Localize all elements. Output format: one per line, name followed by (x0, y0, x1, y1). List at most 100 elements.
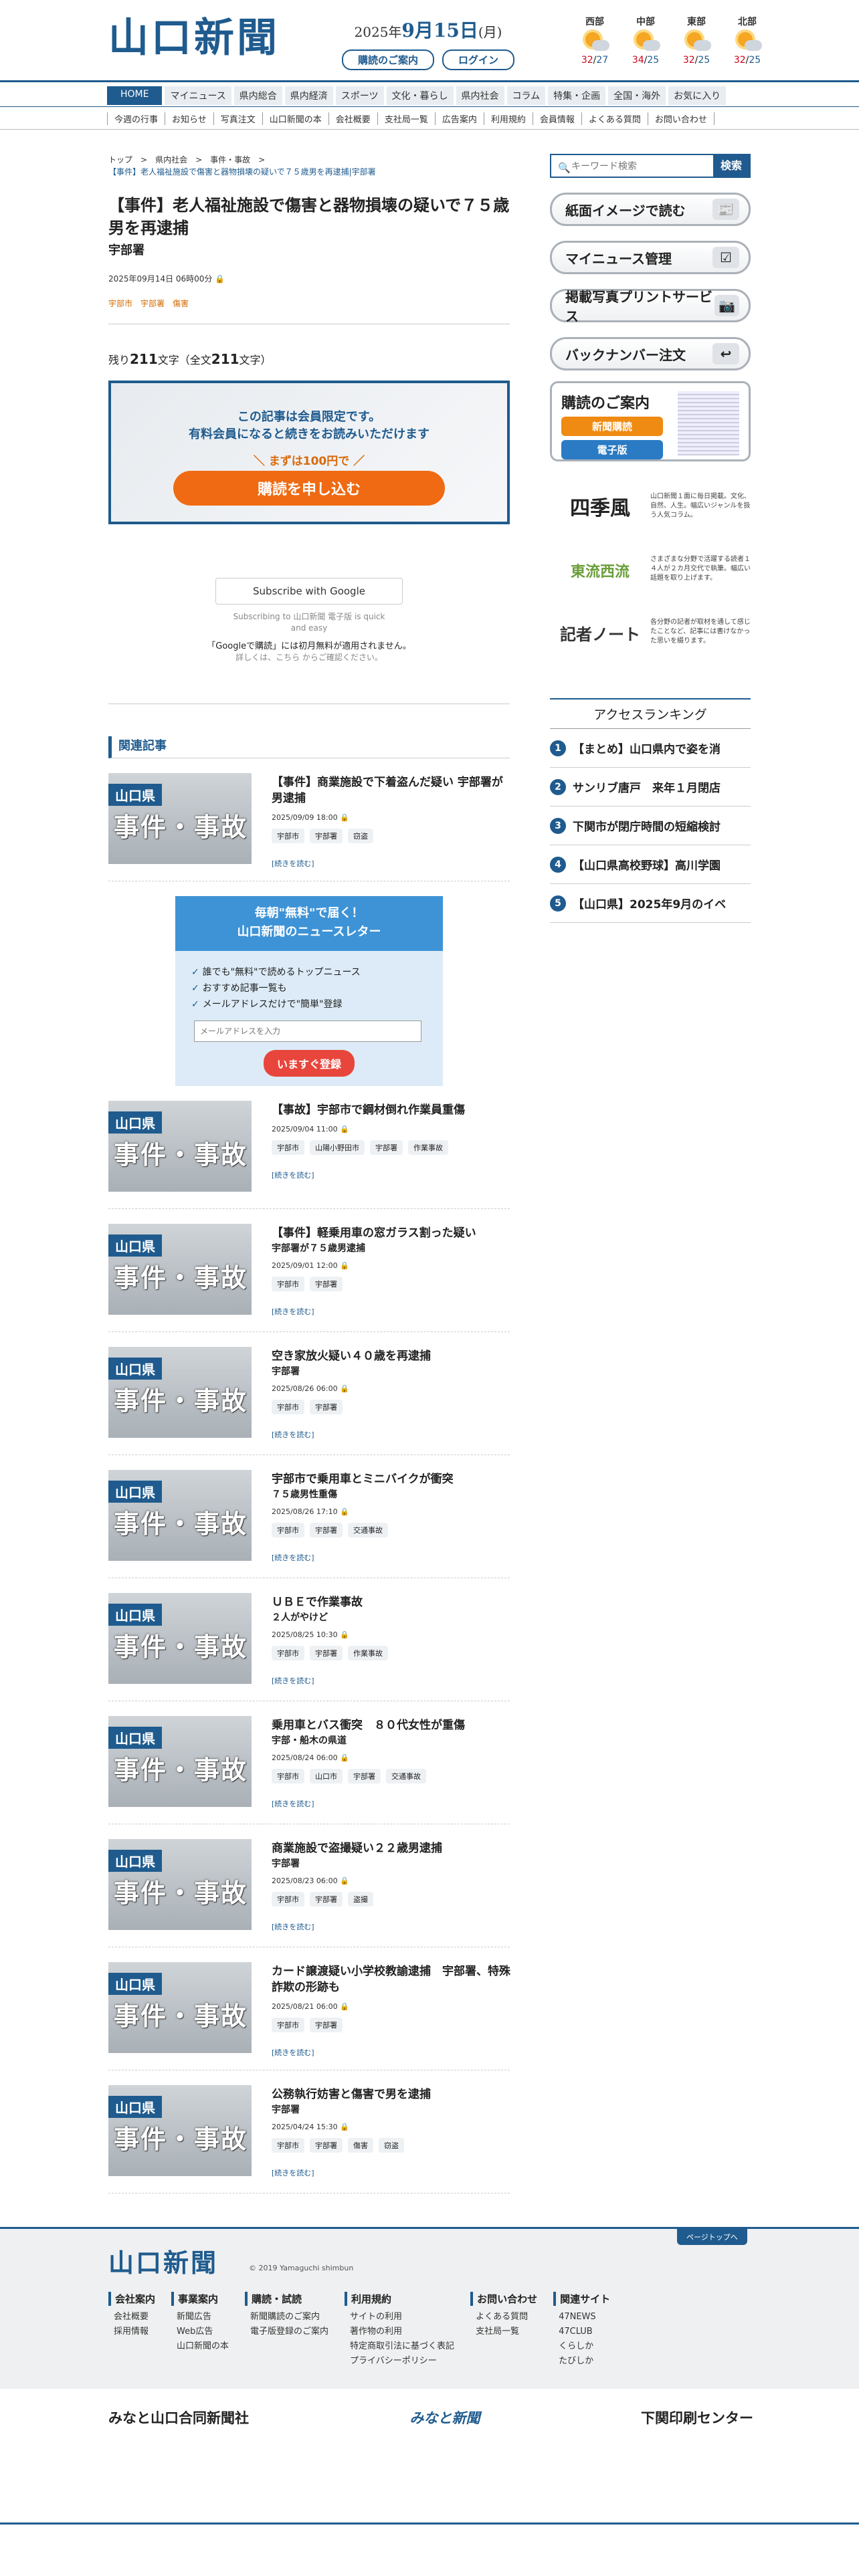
page-top-button[interactable]: ページトップへ (677, 2229, 747, 2245)
ranking-item[interactable]: 4 【山口県高校野球】高川学園 (550, 845, 751, 884)
sister-logo[interactable]: みなと新聞 (410, 2407, 480, 2428)
article-tag[interactable]: 宇部市 (108, 298, 132, 309)
subnav-item[interactable]: 広告案内 (436, 112, 484, 125)
sister-logo[interactable]: みなと山口合同新聞社 (108, 2407, 249, 2428)
subnav-item[interactable]: 会員情報 (533, 112, 582, 125)
related-tag[interactable]: 宇部署 (370, 1140, 403, 1155)
footer-column-heading[interactable]: 購読・試読 (245, 2292, 328, 2306)
footer-logo[interactable]: 山口新聞 (108, 2242, 218, 2279)
read-more-link[interactable]: [続きを読む] (272, 858, 512, 869)
nav-item[interactable]: 県内社会 (456, 86, 504, 105)
related-tag[interactable]: 宇部署 (310, 2138, 343, 2153)
sidebar-button[interactable]: マイニュース管理 ☑ (550, 241, 751, 274)
nav-item[interactable]: 県内経済 (284, 86, 333, 105)
subscription-guide-banner[interactable]: 購読のご案内 新聞購読 電子版 (550, 381, 751, 461)
login-button[interactable]: ログイン (442, 49, 515, 70)
related-thumbnail[interactable]: 山口県 事件・事故 (108, 2085, 252, 2176)
ranking-item[interactable]: 1 【まとめ】山口県内で姿を消 (550, 729, 751, 768)
weather-widget[interactable]: 西部 32/27 中部 34/25 東部 32/25 北部 32/25 (575, 15, 767, 66)
subnav-item[interactable]: よくある質問 (582, 112, 648, 125)
related-thumbnail[interactable]: 山口県 事件・事故 (108, 1224, 252, 1315)
subnav-item[interactable]: お知らせ (165, 112, 214, 125)
related-tag[interactable]: 窃盗 (379, 2138, 404, 2153)
nav-item[interactable]: HOME (107, 86, 163, 105)
subnav-item[interactable]: 今週の行事 (107, 112, 166, 125)
newsletter-email-input[interactable] (194, 1021, 421, 1042)
related-tag[interactable]: 宇部署 (310, 2018, 343, 2032)
related-tag[interactable]: 宇部署 (310, 1646, 343, 1660)
sidebar-button[interactable]: 掲載写真プリントサービス 📷 (550, 289, 751, 324)
related-item[interactable]: 山口県 事件・事故 宇部市で乗用車とミニバイクが衝突 ７５歳男性重傷 2025/08/2… (108, 1470, 510, 1578)
footer-link[interactable]: 山口新聞の本 (171, 2339, 229, 2354)
related-thumbnail[interactable]: 山口県 事件・事故 (108, 1962, 252, 2053)
newsletter-register-button[interactable]: いますぐ登録 (264, 1050, 355, 1077)
related-tag[interactable]: 交通事故 (348, 1523, 388, 1537)
footer-link[interactable]: 新聞広告 (171, 2310, 229, 2325)
related-tag[interactable]: 宇部市 (272, 1400, 304, 1414)
footer-link[interactable]: たびしか (553, 2354, 610, 2369)
footer-column-heading[interactable]: 利用規約 (345, 2292, 454, 2306)
related-tag[interactable]: 宇部署 (310, 1277, 343, 1291)
related-tag[interactable]: 宇部市 (272, 1892, 304, 1907)
read-more-link[interactable]: [続きを読む] (272, 2047, 512, 2058)
read-more-link[interactable]: [続きを読む] (272, 1429, 512, 1440)
nav-item[interactable]: スポーツ (335, 86, 384, 105)
related-tag[interactable]: 宇部署 (348, 1769, 381, 1784)
subscribe-apply-button[interactable]: 購読を申し込む (173, 471, 445, 506)
sidebar-button[interactable]: バックナンバー注文 ↩ (550, 337, 751, 370)
related-item[interactable]: 山口県 事件・事故 空き家放火疑い４０歳を再逮捕 宇部署 2025/08/26 06:0… (108, 1347, 510, 1455)
subscribe-guide-button[interactable]: 購読のご案内 (341, 49, 434, 70)
related-thumbnail[interactable]: 山口県 事件・事故 (108, 1347, 252, 1438)
related-item[interactable]: 山口県 事件・事故 【事故】宇部市で鋼材倒れ作業員重傷 2025/09/04 11:0… (108, 1101, 510, 1209)
article-tag[interactable]: 傷害 (173, 298, 189, 309)
related-tag[interactable]: 宇部市 (272, 1277, 304, 1291)
guide-newspaper-button[interactable]: 新聞購読 (561, 417, 663, 436)
read-more-link[interactable]: [続きを読む] (272, 1798, 512, 1809)
nav-item[interactable]: お気に入り (668, 86, 727, 105)
sidebar-button[interactable]: 紙面イメージで読む 📰 (550, 193, 751, 226)
related-item[interactable]: 山口県 事件・事故 【事件】軽乗用車の窓ガラス割った疑い 宇部署が７５歳男逮捕 2025… (108, 1224, 510, 1332)
related-tag[interactable]: 宇部署 (310, 1400, 343, 1414)
related-item[interactable]: 山口県 事件・事故 カード譲渡疑い小学校教諭逮捕 宇部署、特殊詐欺の形跡も 2025/… (108, 1962, 510, 2070)
read-more-link[interactable]: [続きを読む] (272, 1552, 512, 1563)
site-logo[interactable]: 山口新聞 (108, 15, 280, 62)
footer-link[interactable]: 採用情報 (108, 2325, 155, 2339)
related-item[interactable]: 山口県 事件・事故 乗用車とバス衝突 ８０代女性が重傷 宇部・船木の県道 2025/08… (108, 1716, 510, 1824)
related-title[interactable]: 空き家放火疑い４０歳を再逮捕 (272, 1348, 512, 1364)
related-title[interactable]: 【事件】軽乗用車の窓ガラス割った疑い (272, 1225, 512, 1241)
footer-link[interactable]: 47CLUB (553, 2325, 610, 2339)
related-title[interactable]: ＵＢＥで作業事故 (272, 1594, 512, 1610)
related-tag[interactable]: 宇部市 (272, 2018, 304, 2032)
related-tag[interactable]: 窃盗 (348, 829, 373, 843)
footer-link[interactable]: くらしか (553, 2339, 610, 2354)
related-tag[interactable]: 山陽小野田市 (310, 1140, 365, 1155)
related-tag[interactable]: 宇部市 (272, 1140, 304, 1155)
read-more-link[interactable]: [続きを読む] (272, 1306, 512, 1317)
breadcrumb-link[interactable]: 事件・事故 (210, 155, 250, 165)
related-thumbnail[interactable]: 山口県 事件・事故 (108, 773, 252, 864)
read-more-link[interactable]: [続きを読む] (272, 1921, 512, 1932)
related-title[interactable]: 商業施設で盗撮疑い２２歳男逮捕 (272, 1840, 512, 1856)
related-item[interactable]: 山口県 事件・事故 ＵＢＥで作業事故 ２人がやけど 2025/08/25 10:30 🔒… (108, 1593, 510, 1701)
sidebar-promo[interactable]: 記者ノート 各分野の記者が取材を通して感じたことなど、記事には書けなかった思いを綴… (550, 614, 751, 661)
related-tag[interactable]: 作業事故 (348, 1646, 388, 1660)
read-more-link[interactable]: [続きを読む] (272, 1675, 512, 1686)
related-title[interactable]: 宇部市で乗用車とミニバイクが衝突 (272, 1471, 512, 1487)
footer-column-heading[interactable]: 事業案内 (171, 2292, 229, 2306)
ranking-item[interactable]: 3 下関市が閉庁時間の短縮検討 (550, 807, 751, 845)
related-tag[interactable]: 盗撮 (348, 1892, 373, 1907)
footer-link[interactable]: 支社局一覧 (470, 2325, 537, 2339)
related-thumbnail[interactable]: 山口県 事件・事故 (108, 1593, 252, 1684)
article-tag[interactable]: 宇部署 (140, 298, 165, 309)
footer-link[interactable]: 47NEWS (553, 2310, 610, 2325)
ranking-item[interactable]: 2 サンリブ唐戸 来年１月閉店 (550, 768, 751, 807)
nav-item[interactable]: コラム (506, 86, 546, 105)
related-tag[interactable]: 宇部市 (272, 829, 304, 843)
related-thumbnail[interactable]: 山口県 事件・事故 (108, 1839, 252, 1930)
footer-column-heading[interactable]: 関連サイト (553, 2292, 610, 2306)
related-title[interactable]: 【事件】商業施設で下着盗んだ疑い 宇部署が男逮捕 (272, 774, 512, 807)
nav-item[interactable]: 文化・暮らし (386, 86, 454, 105)
footer-column-heading[interactable]: 会社案内 (108, 2292, 155, 2306)
related-tag[interactable]: 宇部市 (272, 1523, 304, 1537)
sidebar-promo[interactable]: 東流西流 さまざまな分野で活躍する読者１４人が２カ月交代で執筆。幅広い話題を取り上… (550, 551, 751, 598)
